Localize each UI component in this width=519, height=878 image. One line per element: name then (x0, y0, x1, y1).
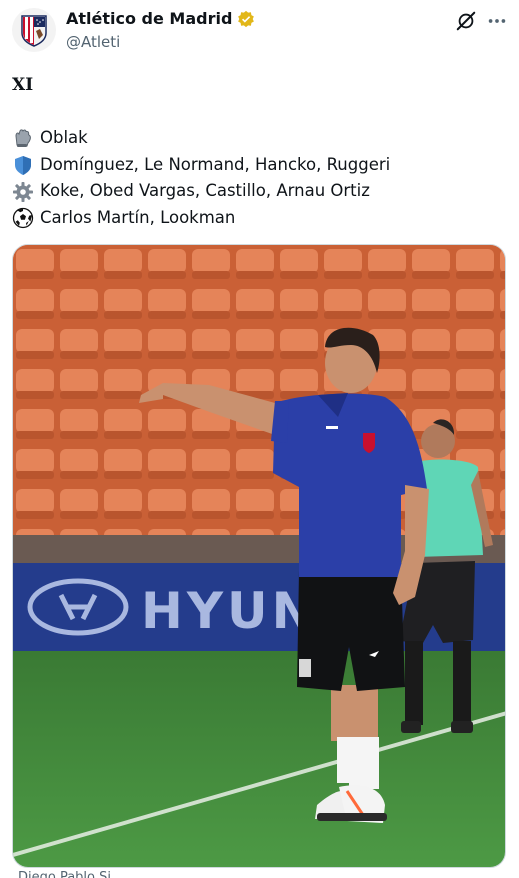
avatar[interactable] (12, 8, 56, 52)
display-name[interactable]: Atlético de Madrid (66, 9, 232, 29)
gear-icon (12, 181, 34, 203)
shield-icon (12, 154, 34, 176)
handle[interactable]: @Atleti (66, 32, 120, 52)
advertising-board-text: HYUN (141, 582, 318, 640)
post-header: Atlético de Madrid @Atleti (0, 0, 519, 66)
grok-icon[interactable] (455, 10, 477, 32)
coach-photo-image: HYUN (13, 245, 505, 867)
lineup-goalkeeper-text: Oblak (40, 128, 88, 147)
lineup-line-forwards: Carlos Martín, Lookman (12, 205, 512, 232)
post-photo[interactable]: HYUN (12, 244, 506, 868)
more-icon[interactable] (486, 10, 508, 32)
lineup-midfielders-text: Koke, Obed Vargas, Castillo, Arnau Ortiz (40, 181, 370, 201)
gloves-icon (12, 127, 34, 149)
soccer-ball-icon (12, 207, 34, 229)
post-text: XI Oblak Domínguez, Le Normand, Hancko, … (12, 72, 512, 232)
verified-badge-icon (238, 10, 255, 28)
post-title: XI (12, 75, 34, 95)
photo-caption[interactable]: Diego Pablo Si... (18, 870, 123, 878)
lineup-forwards-text: Carlos Martín, Lookman (40, 208, 236, 228)
lineup-line-goalkeeper: Oblak (12, 125, 512, 152)
lineup-line-defenders: Domínguez, Le Normand, Hancko, Ruggeri (12, 152, 512, 179)
atletico-crest-icon (21, 15, 47, 47)
lineup-defenders-text: Domínguez, Le Normand, Hancko, Ruggeri (40, 154, 391, 174)
lineup-line-midfielders: Koke, Obed Vargas, Castillo, Arnau Ortiz (12, 178, 512, 205)
